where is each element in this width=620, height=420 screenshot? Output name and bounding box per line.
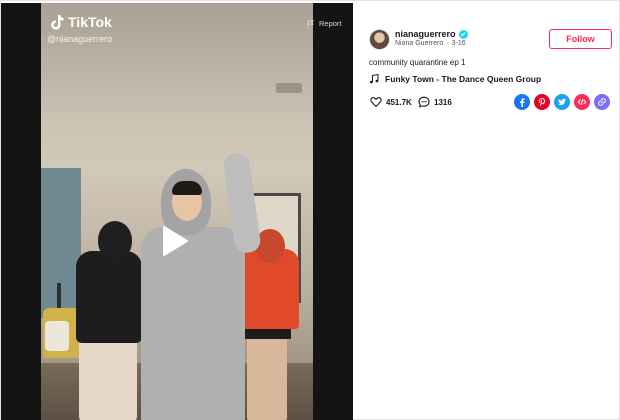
video-player[interactable]: TikTok @nianaguerrero Report: [1, 3, 353, 420]
dancer-center-body: [141, 227, 245, 420]
play-icon[interactable]: [161, 225, 189, 257]
ceiling-light: [276, 83, 302, 93]
music-title: Funky Town - The Dance Queen Group: [385, 74, 542, 84]
author-meta: Niana Guerrero · 3-16: [395, 40, 466, 47]
embed-code-icon: [577, 99, 587, 105]
comment-icon: [418, 96, 430, 108]
dancer-left-head: [98, 221, 132, 259]
embed-frame: TikTok @nianaguerrero Report nianaguerre…: [0, 0, 620, 420]
video-frame[interactable]: [41, 3, 313, 420]
music-note-icon: [370, 74, 379, 84]
like-count: 451.7K: [386, 97, 412, 107]
pinterest-share-button[interactable]: [534, 94, 550, 110]
username-text: nianaguerrero: [395, 29, 456, 39]
display-name: Niana Guerrero: [395, 40, 444, 47]
facebook-share-button[interactable]: [514, 94, 530, 110]
pinterest-icon: [538, 98, 545, 107]
wall: [41, 168, 81, 318]
twitter-share-button[interactable]: [554, 94, 570, 110]
tiktok-logo[interactable]: TikTok: [50, 14, 112, 30]
dancer-left-body: [76, 251, 142, 343]
pillow: [45, 321, 69, 351]
author-username[interactable]: nianaguerrero: [395, 29, 468, 39]
avatar[interactable]: [369, 29, 390, 50]
report-label: Report: [319, 19, 342, 28]
post-date: 3-16: [451, 40, 466, 47]
copy-link-share-button[interactable]: [594, 94, 610, 110]
twitter-icon: [558, 98, 566, 106]
verified-badge-icon: [458, 29, 468, 39]
report-button[interactable]: Report: [307, 19, 342, 28]
music-link[interactable]: Funky Town - The Dance Queen Group: [369, 74, 541, 84]
lamp: [57, 283, 61, 311]
comment-count: 1316: [434, 97, 452, 107]
embed-share-button[interactable]: [574, 94, 590, 110]
follow-button[interactable]: Follow: [549, 29, 612, 49]
link-icon: [598, 98, 606, 106]
flag-icon: [307, 20, 314, 27]
dancer-left-legs: [79, 339, 137, 420]
video-caption: community quarantine ep 1: [369, 58, 466, 67]
dancer-right-legs: [247, 337, 287, 420]
facebook-icon: [520, 98, 525, 107]
share-buttons: [514, 94, 610, 110]
comment-stat[interactable]: 1316: [418, 96, 452, 108]
tiktok-wordmark: TikTok: [68, 14, 112, 30]
meta-separator: ·: [446, 40, 449, 47]
heart-icon: [370, 97, 382, 108]
dancer-center-hair: [172, 181, 202, 195]
tiktok-note-icon: [51, 15, 64, 30]
video-handle[interactable]: @nianaguerrero: [47, 34, 112, 44]
like-stat[interactable]: 451.7K: [370, 96, 412, 108]
